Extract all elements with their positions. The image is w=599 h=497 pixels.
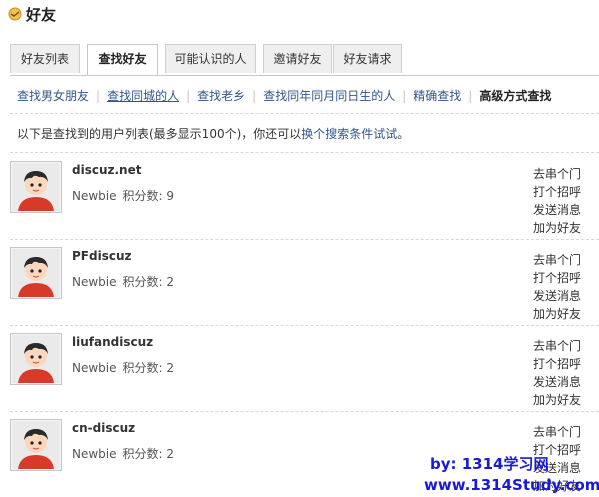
watermark-line-2: www.1314Study.com: [424, 476, 599, 494]
subnav-advanced-search[interactable]: 高级方式查找: [479, 89, 551, 103]
user-name[interactable]: liufandiscuz: [72, 335, 153, 349]
result-info-text: 以下是查找到的用户列表(最多显示100个)，你还可以: [17, 127, 302, 141]
user-level: Newbie: [72, 447, 117, 461]
subnav-same-birthday[interactable]: 查找同年同月同日生的人: [263, 89, 395, 103]
user-actions: 去串个门 打个招呼 发送消息 加为好友: [533, 165, 597, 237]
user-level: Newbie: [72, 361, 117, 375]
user-name[interactable]: cn-discuz: [72, 421, 135, 435]
user-meta: Newbie 积分数: 9: [72, 187, 174, 204]
visit-link[interactable]: 去串个门: [533, 251, 597, 269]
user-actions: 去串个门 打个招呼 发送消息 加为好友: [533, 337, 597, 409]
avatar-icon: [12, 163, 60, 211]
tab-people-you-may-know[interactable]: 可能认识的人: [165, 44, 256, 73]
avatar[interactable]: [10, 419, 62, 471]
user-level: Newbie: [72, 189, 117, 203]
tab-friend-requests[interactable]: 好友请求: [333, 44, 402, 73]
points-value: 2: [166, 361, 175, 375]
points-value: 9: [166, 189, 175, 203]
add-friend-link[interactable]: 加为好友: [533, 219, 597, 237]
avatar[interactable]: [10, 333, 62, 385]
points-label: 积分数:: [122, 275, 163, 289]
visit-link[interactable]: 去串个门: [533, 423, 597, 441]
user-meta: Newbie 积分数: 2: [72, 359, 174, 376]
change-search-link[interactable]: 换个搜索条件试试: [301, 127, 397, 141]
add-friend-link[interactable]: 加为好友: [533, 305, 597, 323]
user-name[interactable]: discuz.net: [72, 163, 141, 177]
send-message-link[interactable]: 发送消息: [533, 287, 597, 305]
page-title: 好友: [26, 5, 57, 24]
user-meta: Newbie 积分数: 2: [72, 445, 174, 462]
points-label: 积分数:: [122, 447, 163, 461]
points-value: 2: [166, 447, 175, 461]
subnav-opposite-sex[interactable]: 查找男女朋友: [17, 89, 89, 103]
tab-friend-list[interactable]: 好友列表: [10, 44, 80, 73]
visit-link[interactable]: 去串个门: [533, 165, 597, 183]
points-label: 积分数:: [122, 361, 163, 375]
handshake-icon: [8, 7, 22, 21]
greet-link[interactable]: 打个招呼: [533, 355, 597, 373]
greet-link[interactable]: 打个招呼: [533, 183, 597, 201]
user-level: Newbie: [72, 275, 117, 289]
subnav-separator: |: [186, 89, 191, 103]
subnav-separator: |: [468, 89, 473, 103]
visit-link[interactable]: 去串个门: [533, 337, 597, 355]
points-value: 2: [166, 275, 175, 289]
user-meta: Newbie 积分数: 2: [72, 273, 174, 290]
user-actions: 去串个门 打个招呼 发送消息 加为好友: [533, 251, 597, 323]
divider: [10, 113, 599, 114]
tab-invite-friends[interactable]: 邀请好友: [263, 44, 332, 73]
add-friend-link[interactable]: 加为好友: [533, 391, 597, 409]
send-message-link[interactable]: 发送消息: [533, 201, 597, 219]
avatar-icon: [12, 421, 60, 469]
avatar-icon: [12, 249, 60, 297]
greet-link[interactable]: 打个招呼: [533, 269, 597, 287]
subnav-exact-search[interactable]: 精确查找: [413, 89, 461, 103]
search-subnav: 查找男女朋友 | 查找同城的人 | 查找老乡 | 查找同年同月同日生的人 | 精确查找 | 高级方式…: [17, 87, 551, 105]
avatar-icon: [12, 335, 60, 383]
subnav-separator: |: [252, 89, 257, 103]
subnav-hometown[interactable]: 查找老乡: [197, 89, 245, 103]
result-info: 以下是查找到的用户列表(最多显示100个)，你还可以换个搜索条件试试。: [17, 125, 409, 142]
page-header: 好友: [8, 2, 56, 26]
result-info-suffix: 。: [397, 127, 410, 141]
avatar[interactable]: [10, 161, 62, 213]
watermark-line-1: by: 1314学习网: [430, 455, 549, 473]
user-row: PFdiscuz Newbie 积分数: 2 去串个门 打个招呼 发送消息 加为好…: [10, 239, 599, 326]
points-label: 积分数:: [122, 189, 163, 203]
tab-find-friends[interactable]: 查找好友: [87, 44, 158, 75]
subnav-separator: |: [402, 89, 407, 103]
subnav-same-city[interactable]: 查找同城的人: [107, 89, 179, 103]
user-row: discuz.net Newbie 积分数: 9 去串个门 打个招呼 发送消息 加…: [10, 153, 599, 240]
send-message-link[interactable]: 发送消息: [533, 373, 597, 391]
avatar[interactable]: [10, 247, 62, 299]
subnav-separator: |: [96, 89, 101, 103]
user-name[interactable]: PFdiscuz: [72, 249, 131, 263]
user-row: liufandiscuz Newbie 积分数: 2 去串个门 打个招呼 发送消息…: [10, 325, 599, 412]
tab-bar: 好友列表 查找好友 可能认识的人 邀请好友 好友请求: [10, 43, 599, 76]
